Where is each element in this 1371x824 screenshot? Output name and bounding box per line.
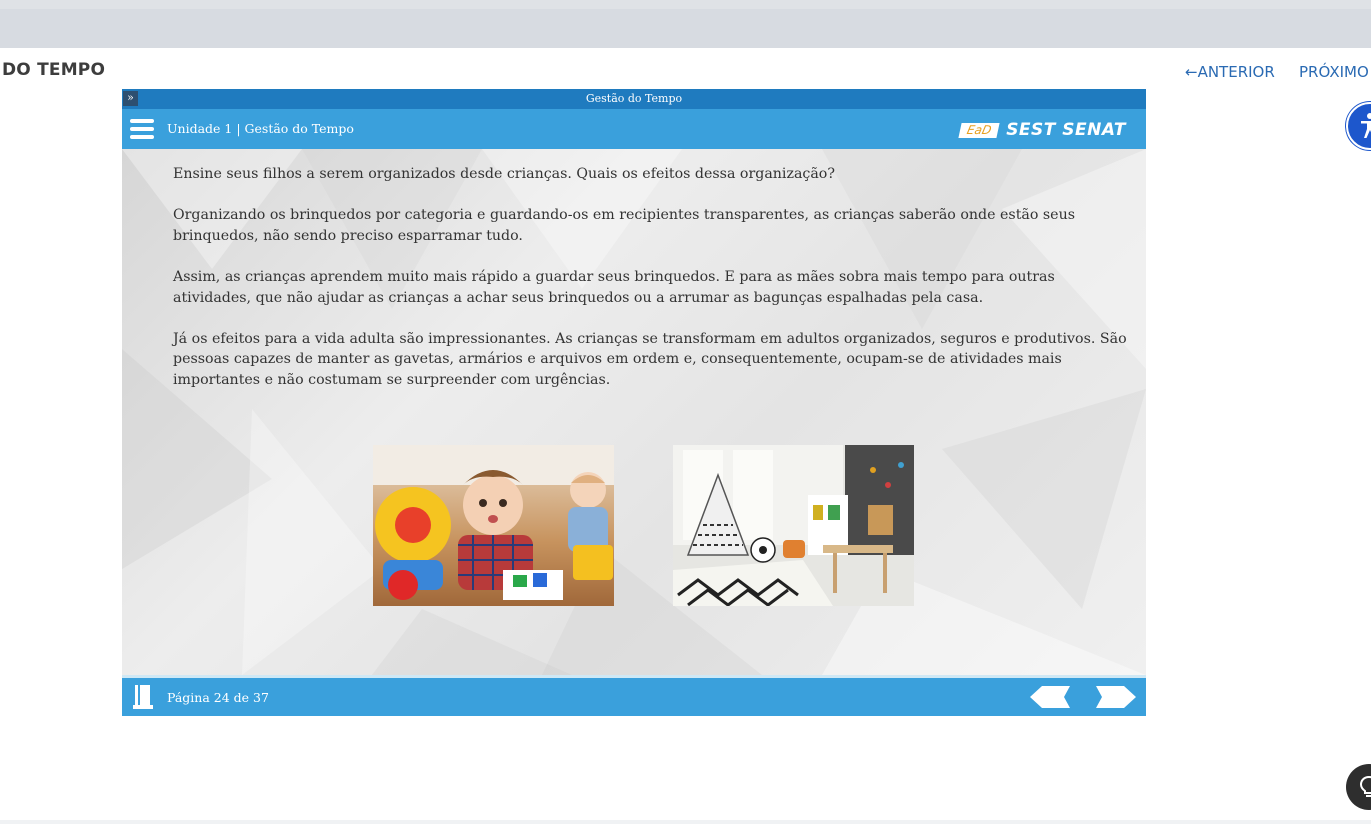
prev-arrow-icon[interactable] (1030, 686, 1072, 708)
children-playing-photo (373, 445, 614, 606)
lesson-text: Ensine seus filhos a serem organizados d… (173, 164, 1128, 411)
logo-ead: EaD (958, 122, 1000, 138)
lesson-content: Ensine seus filhos a serem organizados d… (122, 149, 1146, 675)
course-player: » Gestão do Tempo Unidade 1 | Gestão do … (122, 89, 1146, 716)
next-link[interactable]: PRÓXIMO (1299, 63, 1369, 81)
next-arrow-icon[interactable] (1094, 686, 1136, 708)
player-footer: Página 24 de 37 (122, 678, 1146, 716)
unit-title: Unidade 1 | Gestão do Tempo (167, 121, 354, 136)
organized-playroom-photo (673, 445, 914, 606)
menu-icon[interactable] (130, 119, 154, 139)
paragraph: Já os efeitos para a vida adulta são imp… (173, 330, 1127, 388)
tips-button[interactable] (1346, 764, 1371, 810)
lightbulb-icon (1359, 775, 1371, 797)
accessibility-button[interactable] (1346, 102, 1371, 150)
paragraph: Ensine seus filhos a serem organizados d… (173, 166, 835, 182)
paragraph: Organizando os brinquedos por categoria … (173, 207, 1075, 244)
player-strip-title: Gestão do Tempo (585, 92, 683, 105)
paragraph: Assim, as crianças aprendem muito mais r… (173, 268, 1055, 306)
accessibility-icon (1361, 113, 1371, 138)
arrow-left-icon: ← (1185, 63, 1198, 81)
browser-top-bar (0, 0, 1371, 9)
bottom-border (0, 820, 1371, 824)
player-header: Unidade 1 | Gestão do Tempo EaD SEST SEN… (122, 109, 1146, 149)
player-title-strip: » Gestão do Tempo (122, 89, 1146, 109)
site-header-bar (0, 9, 1371, 48)
book-icon[interactable] (132, 684, 154, 710)
course-title: DO TEMPO (2, 60, 106, 80)
page-indicator: Página 24 de 37 (167, 690, 269, 705)
previous-link[interactable]: ←ANTERIOR (1185, 63, 1275, 81)
next-label: PRÓXIMO (1299, 63, 1369, 81)
sest-senat-logo: EaD SEST SENAT (958, 120, 1127, 140)
previous-label: ANTERIOR (1197, 63, 1275, 81)
logo-brand: SEST SENAT (1006, 120, 1127, 140)
